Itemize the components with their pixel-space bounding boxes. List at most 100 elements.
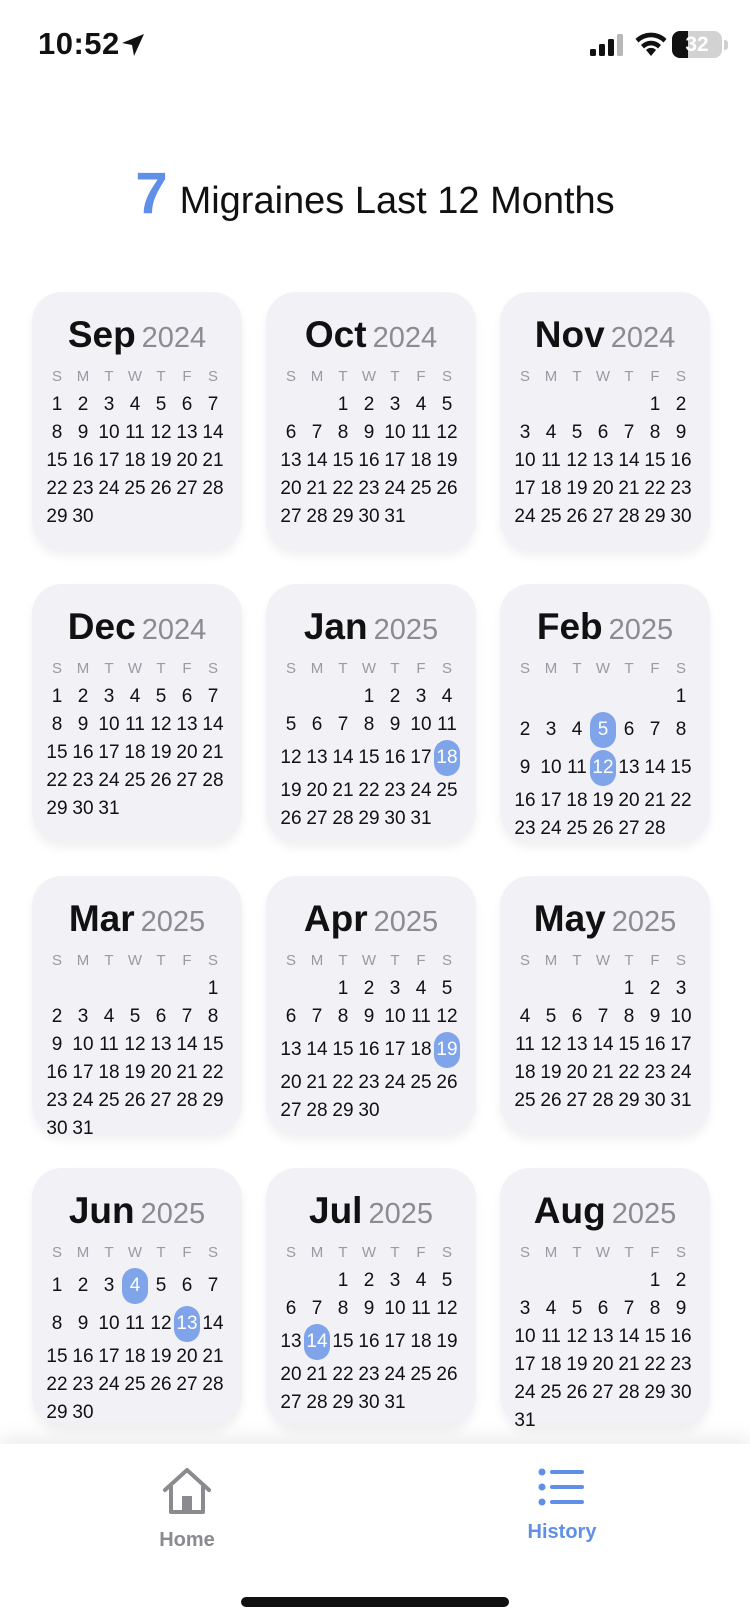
calendar-day[interactable]: 23	[642, 1060, 668, 1086]
calendar-day[interactable]: 2	[70, 1268, 96, 1304]
calendar-day[interactable]: 3	[96, 684, 122, 710]
calendar-day[interactable]: 28	[174, 1088, 200, 1114]
month-card[interactable]: May 2025 S M T W T F S 1 2 3 4 5 6 7 8 9 10 11 12 13 14 15 16 17 1…	[500, 876, 710, 1134]
calendar-day[interactable]: 6	[278, 1296, 304, 1322]
month-card[interactable]: Oct 2024 S M T W T F S 1 2 3 4 5 6 7 8 9 10 11 12 13 14 15 16 17 1…	[266, 292, 476, 550]
calendar-day[interactable]: 14	[200, 1306, 226, 1342]
calendar-day[interactable]: 1	[356, 684, 382, 710]
calendar-day[interactable]: 22	[330, 1362, 356, 1388]
calendar-day[interactable]: 9	[70, 712, 96, 738]
calendar-day[interactable]: 5	[538, 1004, 564, 1030]
calendar-day[interactable]: 19	[564, 1352, 590, 1378]
calendar-day[interactable]: 13	[148, 1032, 174, 1058]
calendar-day[interactable]: 11	[408, 1296, 434, 1322]
calendar-day[interactable]: 15	[330, 1324, 356, 1360]
calendar-day[interactable]: 28	[616, 1380, 642, 1406]
calendar-day[interactable]: 27	[278, 1390, 304, 1416]
calendar-day[interactable]: 16	[356, 448, 382, 474]
calendar-day[interactable]: 21	[590, 1060, 616, 1086]
calendar-day[interactable]: 12	[278, 740, 304, 776]
calendar-day[interactable]: 28	[616, 504, 642, 530]
calendar-day[interactable]: 20	[174, 1344, 200, 1370]
calendar-day[interactable]: 12	[434, 1004, 460, 1030]
calendar-day[interactable]: 27	[590, 504, 616, 530]
calendar-day[interactable]: 10	[96, 712, 122, 738]
calendar-day[interactable]: 27	[148, 1088, 174, 1114]
calendar-day[interactable]: 8	[616, 1004, 642, 1030]
calendar-day[interactable]: 5	[434, 1268, 460, 1294]
calendar-day[interactable]: 28	[304, 1390, 330, 1416]
calendar-day[interactable]: 21	[200, 448, 226, 474]
calendar-day[interactable]: 3	[96, 392, 122, 418]
calendar-day[interactable]: 23	[668, 1352, 694, 1378]
calendar-day[interactable]: 25	[512, 1088, 538, 1114]
calendar-day[interactable]: 15	[44, 1344, 70, 1370]
calendar-day[interactable]: 17	[382, 1032, 408, 1068]
calendar-day[interactable]: 15	[44, 740, 70, 766]
calendar-day[interactable]: 28	[590, 1088, 616, 1114]
calendar-day[interactable]: 9	[382, 712, 408, 738]
calendar-day[interactable]: 23	[512, 816, 538, 842]
calendar-day[interactable]: 20	[616, 788, 642, 814]
calendar-day[interactable]: 16	[512, 788, 538, 814]
calendar-day[interactable]: 4	[512, 1004, 538, 1030]
calendar-day[interactable]: 17	[96, 740, 122, 766]
calendar-day[interactable]: 2	[70, 392, 96, 418]
calendar-day[interactable]: 12	[434, 1296, 460, 1322]
calendar-day[interactable]: 13	[590, 448, 616, 474]
calendar-day[interactable]: 16	[668, 448, 694, 474]
calendar-day[interactable]: 18	[538, 1352, 564, 1378]
calendar-day[interactable]: 18	[122, 740, 148, 766]
calendar-day[interactable]: 14	[590, 1032, 616, 1058]
calendar-day[interactable]: 15	[642, 1324, 668, 1350]
calendar-day[interactable]: 16	[70, 740, 96, 766]
calendar-day[interactable]: 17	[668, 1032, 694, 1058]
calendar-day[interactable]: 10	[408, 712, 434, 738]
calendar-day[interactable]: 8	[668, 712, 694, 748]
calendar-day[interactable]: 21	[304, 476, 330, 502]
calendar-day[interactable]: 2	[356, 392, 382, 418]
calendar-day[interactable]: 30	[356, 1390, 382, 1416]
calendar-day[interactable]: 3	[512, 420, 538, 446]
month-card[interactable]: Feb 2025 S M T W T F S 1 2 3 4 5 6 7 8 9 10 11 12 13 14 15 16 17 1…	[500, 584, 710, 842]
calendar-day[interactable]: 15	[330, 448, 356, 474]
calendar-day[interactable]: 4	[122, 392, 148, 418]
calendar-day[interactable]: 7	[304, 420, 330, 446]
calendar-day[interactable]: 1	[330, 976, 356, 1002]
calendar-day[interactable]: 5	[148, 392, 174, 418]
calendar-day[interactable]: 25	[538, 504, 564, 530]
calendar-day[interactable]: 12	[434, 420, 460, 446]
calendar-day[interactable]: 26	[434, 1362, 460, 1388]
calendar-day[interactable]: 18	[408, 1032, 434, 1068]
calendar-day[interactable]: 16	[70, 1344, 96, 1370]
calendar-day[interactable]: 28	[200, 768, 226, 794]
calendar-day[interactable]: 25	[408, 476, 434, 502]
calendar-day[interactable]: 22	[44, 1372, 70, 1398]
calendar-day[interactable]: 9	[356, 1296, 382, 1322]
calendar-day[interactable]: 15	[642, 448, 668, 474]
calendar-day[interactable]: 26	[434, 476, 460, 502]
calendar-day[interactable]: 8	[642, 420, 668, 446]
calendar-day[interactable]: 3	[382, 1268, 408, 1294]
calendar-day[interactable]: 22	[330, 1070, 356, 1096]
calendar-day[interactable]: 21	[200, 1344, 226, 1370]
calendar-day[interactable]: 31	[668, 1088, 694, 1114]
calendar-day[interactable]: 25	[564, 816, 590, 842]
calendar-day[interactable]: 9	[512, 750, 538, 786]
calendar-day[interactable]: 31	[382, 504, 408, 530]
month-card[interactable]: Jan 2025 S M T W T F S 1 2 3 4 5 6 7 8 9 10 11 12 13 14 15 16 17 1…	[266, 584, 476, 842]
calendar-day[interactable]: 6	[174, 684, 200, 710]
calendar-day[interactable]: 17	[382, 448, 408, 474]
calendar-day[interactable]: 7	[174, 1004, 200, 1030]
calendar-day[interactable]: 29	[44, 1400, 70, 1426]
calendar-day[interactable]: 15	[44, 448, 70, 474]
calendar-day[interactable]: 29	[44, 796, 70, 822]
calendar-day[interactable]: 14	[616, 1324, 642, 1350]
calendar-day[interactable]: 11	[96, 1032, 122, 1058]
calendar-day[interactable]: 25	[408, 1362, 434, 1388]
calendar-day[interactable]: 27	[564, 1088, 590, 1114]
calendar-day[interactable]: 27	[278, 1098, 304, 1124]
calendar-day[interactable]: 7	[616, 420, 642, 446]
calendar-day[interactable]: 30	[70, 504, 96, 530]
calendar-day[interactable]: 27	[174, 476, 200, 502]
